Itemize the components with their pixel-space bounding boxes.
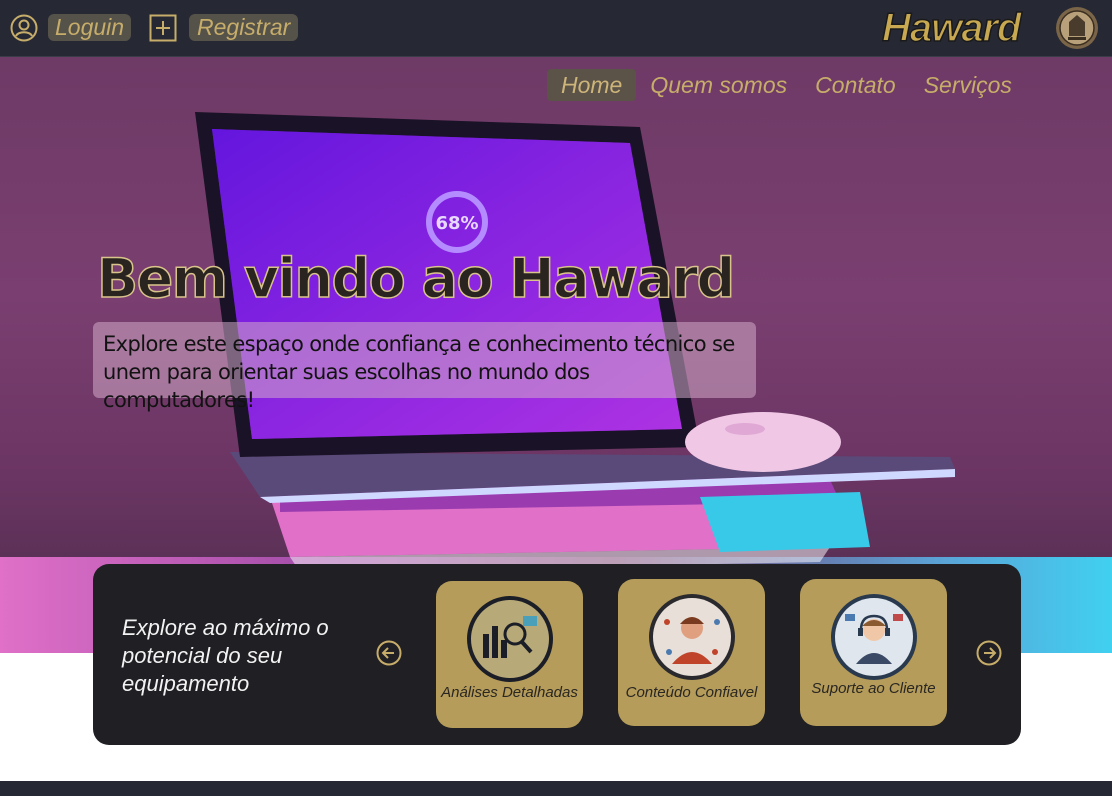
- screen-percent: 68%: [435, 213, 478, 234]
- feature-card-analises[interactable]: Análises Detalhadas: [436, 581, 583, 728]
- support-agent-icon: [831, 594, 917, 680]
- feature-card-conteudo[interactable]: Conteúdo Confiavel: [618, 579, 765, 726]
- nav-contato[interactable]: Contato: [801, 69, 910, 101]
- user-circle-icon[interactable]: [10, 14, 38, 42]
- plus-square-icon[interactable]: [149, 14, 177, 42]
- brand-logo[interactable]: Haward: [881, 4, 1022, 52]
- expert-icon: [649, 594, 735, 680]
- features-panel: Explore ao máximo o potencial do seu equ…: [93, 564, 1021, 745]
- login-button[interactable]: Loguin: [48, 14, 132, 41]
- feature-card-suporte[interactable]: Suporte ao Cliente: [800, 579, 947, 726]
- card-label: Suporte ao Cliente: [811, 680, 936, 697]
- footer-bar: [0, 781, 1112, 796]
- brand-seal-icon: [1056, 7, 1098, 49]
- hero-title: Bem vindo ao Haward: [96, 246, 736, 311]
- top-bar: Loguin Registrar Haward: [0, 0, 1112, 57]
- arrow-left-icon[interactable]: [376, 640, 402, 666]
- register-button[interactable]: Registrar: [189, 14, 299, 41]
- card-label: Conteúdo Confiavel: [625, 684, 758, 701]
- analysis-icon: [467, 596, 553, 682]
- card-label: Análises Detalhadas: [441, 684, 578, 701]
- nav-servicos[interactable]: Serviços: [910, 69, 1026, 101]
- features-intro: Explore ao máximo o potencial do seu equ…: [122, 615, 329, 696]
- nav-quem-somos[interactable]: Quem somos: [636, 69, 801, 101]
- laptop-illustration: 68%: [195, 112, 955, 572]
- nav-home[interactable]: Home: [547, 69, 637, 101]
- main-nav: Home Quem somos Contato Serviços: [547, 69, 1026, 101]
- hero-subtitle: Explore este espaço onde confiança e con…: [93, 322, 756, 412]
- arrow-right-icon[interactable]: [976, 640, 1002, 666]
